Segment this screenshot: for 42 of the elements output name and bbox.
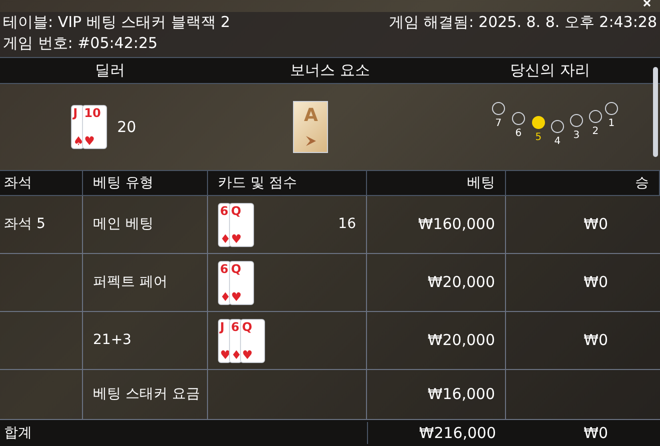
table-cell-text: ₩0 (584, 422, 608, 444)
seat-number: 5 (535, 131, 542, 145)
seat-number: 3 (573, 129, 580, 143)
section-title: 보너스 요소 (290, 61, 370, 80)
seat-number: 6 (515, 127, 522, 141)
column-header: 베팅 (467, 174, 495, 192)
table-cell-text: 21+3 (93, 331, 132, 350)
table-name: 테이블: VIP 베팅 스태커 블랙잭 2 (3, 12, 230, 33)
table-cell: 합계 (4, 424, 32, 440)
dealer-score: 20 (117, 116, 136, 138)
section-title: 딜러 (95, 61, 125, 80)
playing-card: Q ♥ (229, 202, 254, 246)
column-header: 카드 및 점수 (218, 174, 297, 192)
chevron-icon (304, 135, 317, 147)
playing-card: 10 ♥ (82, 105, 108, 149)
table-cell-text: ₩20,000 (428, 272, 495, 294)
table-cell-text: ₩0 (584, 330, 608, 352)
table-cell-text: 16 (338, 215, 356, 234)
table-cell-text: ₩20,000 (428, 330, 495, 352)
scrollbar-thumb[interactable] (653, 67, 658, 157)
seat-number: 7 (495, 117, 502, 131)
resolved-time: 게임 해결됨: 2025. 8. 8. 오후 2:43:28 (388, 12, 657, 33)
table-cell-text: 메인 베팅 (93, 215, 154, 234)
table-cell-text: ₩160,000 (418, 214, 495, 236)
playing-card: Q ♥ (229, 260, 254, 304)
table-cell-text: ₩216,000 (419, 422, 496, 444)
playing-card: Q ♥ (240, 318, 265, 362)
seat-number: 2 (592, 125, 599, 139)
seat-number: 4 (554, 135, 561, 149)
column-header: 베팅 유형 (93, 174, 154, 192)
bonus-card: A (293, 101, 328, 153)
table-cell-text: 베팅 스태커 요금 (93, 385, 200, 404)
seat-number: 1 (608, 117, 615, 131)
table-cell-text: 퍼펙트 페어 (93, 273, 168, 292)
column-header: 승 (635, 174, 649, 192)
section-title: 당신의 자리 (510, 61, 590, 80)
table-cell-text: 좌석 5 (4, 215, 46, 234)
game-number: 게임 번호: #05:42:25 (3, 34, 158, 52)
table-cell-text: ₩0 (584, 272, 608, 294)
table-cell-text: ₩16,000 (428, 384, 495, 406)
table-cell-text: ₩0 (584, 214, 608, 236)
column-header: 좌석 (4, 174, 32, 192)
